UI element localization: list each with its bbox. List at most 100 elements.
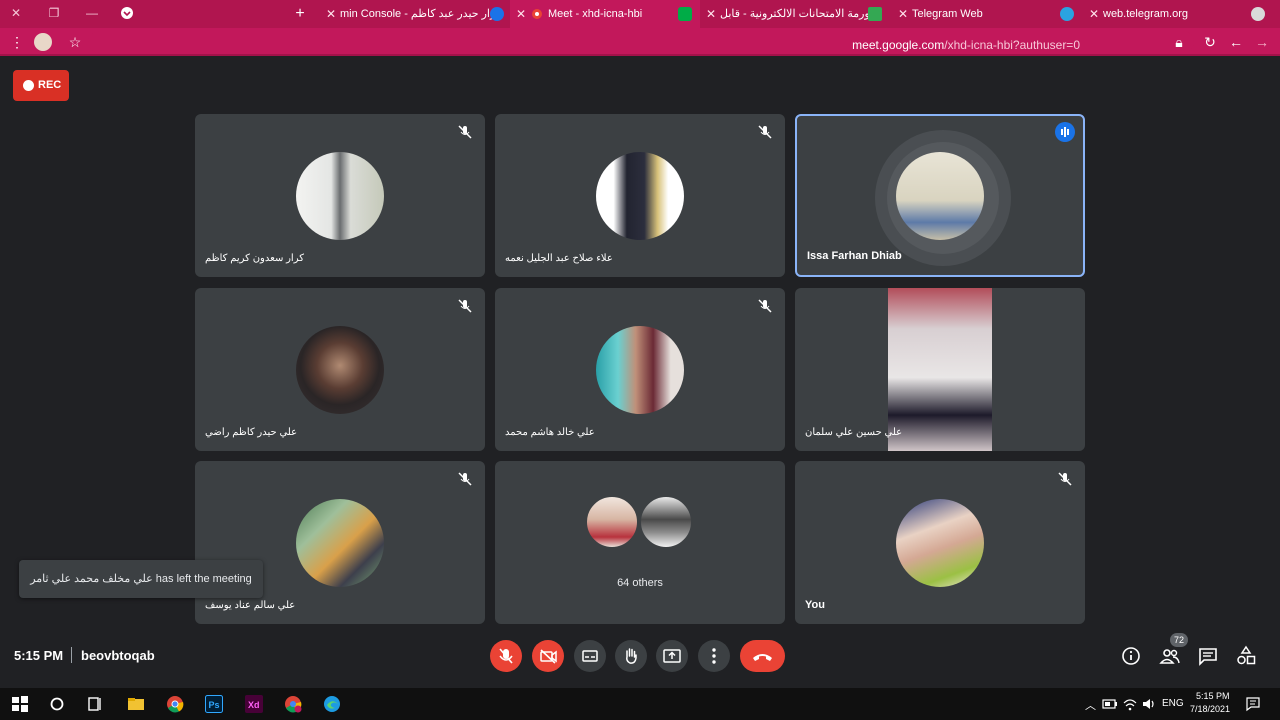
close-icon[interactable]: ✕ (898, 0, 908, 28)
participant-tile-self[interactable]: You (795, 461, 1085, 624)
address-bar: ⋮ ☆ ⧉ ▭ meet.google.com/xhd-icna-hbi?aut… (0, 28, 1280, 56)
participant-tile[interactable]: علاء صلاح عبد الجليل نعمه (495, 114, 785, 277)
show-hidden-icons-icon[interactable]: ︿ (1085, 697, 1096, 713)
url-domain: meet.google.com (852, 38, 945, 52)
notifications-icon[interactable] (1245, 696, 1261, 712)
tab-label: min Console - كرار حيدر عبد كاظم (340, 8, 502, 20)
close-icon[interactable]: ✕ (706, 0, 716, 28)
avatar (896, 152, 984, 240)
avatar (596, 152, 684, 240)
adobe-xd-icon[interactable]: Xd (245, 695, 263, 713)
search-icon[interactable] (48, 695, 66, 713)
participant-tile[interactable]: كرار سعدون كريم كاظم (195, 114, 485, 277)
participants-count-badge: 72 (1170, 633, 1188, 647)
browser-tab-strip: ✕ ❐ — + ✕ min Console - كرار حيدر عبد كا… (0, 0, 1280, 28)
bookmark-star-icon[interactable]: ☆ (66, 33, 84, 51)
windows-start-icon[interactable] (11, 695, 29, 713)
avatar (896, 499, 984, 587)
file-explorer-icon[interactable] (127, 695, 145, 713)
left-meeting-toast: علي مخلف محمد علي ثامر has left the meet… (19, 560, 263, 598)
edge-icon[interactable] (323, 695, 341, 713)
reload-icon[interactable]: ↻ (1201, 33, 1219, 51)
tab-admin-console[interactable]: ✕ min Console - كرار حيدر عبد كاظم (320, 0, 510, 28)
meeting-code: beovbtoqab (81, 648, 155, 663)
windows-taskbar: Ps Xd ︿ ENG 5:15 PM 7/18/2021 (0, 688, 1280, 720)
photoshop-icon[interactable]: Ps (205, 695, 223, 713)
toggle-mic-button[interactable] (490, 640, 522, 672)
leave-call-button[interactable] (740, 640, 785, 672)
video-feed (888, 288, 992, 451)
close-icon[interactable]: ✕ (516, 0, 526, 28)
avatar (585, 495, 639, 549)
close-window-icon[interactable]: ✕ (6, 4, 26, 22)
volume-icon[interactable] (1141, 696, 1157, 712)
input-language-indicator[interactable]: ENG (1162, 698, 1184, 709)
chat-icon[interactable] (1197, 645, 1219, 667)
participant-name: علي حيدر كاظم راضي (205, 427, 298, 438)
activities-icon[interactable] (1235, 645, 1257, 667)
recording-favicon-icon (532, 9, 542, 19)
tab-label: Meet - xhd-icna-hbi (548, 8, 643, 20)
screen: ✕ ❐ — + ✕ min Console - كرار حيدر عبد كا… (0, 0, 1280, 720)
battery-icon[interactable] (1102, 696, 1118, 712)
tab-forms[interactable]: ✕ فورمة الامتحانات الالكترونية - قابل (700, 0, 890, 28)
system-date[interactable]: 7/18/2021 (1190, 704, 1230, 714)
mic-off-icon (458, 299, 472, 313)
task-view-icon[interactable] (86, 695, 104, 713)
participant-name: علي سالم عناد يوسف (205, 600, 296, 611)
tab-telegram-org[interactable]: ✕ web.telegram.org (1083, 0, 1273, 28)
others-count-label: 64 others (617, 577, 663, 589)
tab-label: web.telegram.org (1103, 8, 1188, 20)
more-menu-icon[interactable]: ⋮ (8, 33, 26, 51)
globe-favicon-icon (1251, 7, 1265, 21)
chrome-profile-icon[interactable] (284, 695, 302, 713)
participant-tile[interactable]: علي سالم عناد يوسف (195, 461, 485, 624)
more-options-button[interactable] (698, 640, 730, 672)
sheets-favicon-icon (868, 7, 882, 21)
tab-telegram-web[interactable]: ✕ Telegram Web (892, 0, 1082, 28)
participant-tile-video[interactable]: علي حسين علي سلمان (795, 288, 1085, 451)
recording-label: REC (38, 79, 62, 91)
participant-name: Issa Farhan Dhiab (807, 250, 902, 262)
present-screen-button[interactable] (656, 640, 688, 672)
captions-button[interactable] (574, 640, 606, 672)
participant-tile[interactable]: علي حيدر كاظم راضي (195, 288, 485, 451)
admin-console-favicon-icon (490, 7, 504, 21)
omnibox[interactable]: meet.google.com/xhd-icna-hbi?authuser=0 (88, 31, 1194, 53)
mic-off-icon (458, 472, 472, 486)
tab-search-icon[interactable] (117, 4, 137, 22)
mic-off-icon (1058, 472, 1072, 486)
close-icon[interactable]: ✕ (326, 0, 336, 28)
mic-off-icon (499, 648, 513, 664)
new-tab-button[interactable]: + (290, 4, 310, 24)
profile-avatar[interactable] (34, 33, 52, 51)
meet-favicon-icon (678, 7, 692, 21)
lock-icon[interactable]: 🔒︎ (1170, 33, 1188, 51)
system-time[interactable]: 5:15 PM (1196, 691, 1230, 701)
toggle-camera-button[interactable] (532, 640, 564, 672)
minimize-window-icon[interactable]: — (82, 4, 102, 22)
close-icon[interactable]: ✕ (1089, 0, 1099, 28)
forward-icon[interactable]: → (1253, 33, 1271, 51)
participant-tile[interactable]: علي خالد هاشم محمد (495, 288, 785, 451)
restore-window-icon[interactable]: ❐ (44, 4, 64, 22)
avatar (296, 326, 384, 414)
tab-meet[interactable]: ✕ Meet - xhd-icna-hbi (510, 0, 700, 28)
record-dot-icon (23, 80, 34, 91)
meeting-details-icon[interactable] (1120, 645, 1142, 667)
participant-tile-speaking[interactable]: Issa Farhan Dhiab (795, 114, 1085, 277)
tab-label: فورمة الامتحانات الالكترونية - قابل (720, 8, 876, 20)
avatar (596, 326, 684, 414)
recording-badge[interactable]: REC (13, 70, 69, 101)
back-icon[interactable]: ← (1227, 33, 1245, 51)
avatar (296, 499, 384, 587)
telegram-favicon-icon (1060, 7, 1074, 21)
raise-hand-button[interactable] (615, 640, 647, 672)
participant-name: كرار سعدون كريم كاظم (205, 253, 304, 264)
people-icon[interactable] (1159, 645, 1181, 667)
chrome-icon[interactable] (166, 695, 184, 713)
participant-name: علي خالد هاشم محمد (505, 427, 595, 438)
participant-tile-others[interactable]: 64 others (495, 461, 785, 624)
mic-off-icon (758, 125, 772, 139)
wifi-icon[interactable] (1122, 696, 1138, 712)
